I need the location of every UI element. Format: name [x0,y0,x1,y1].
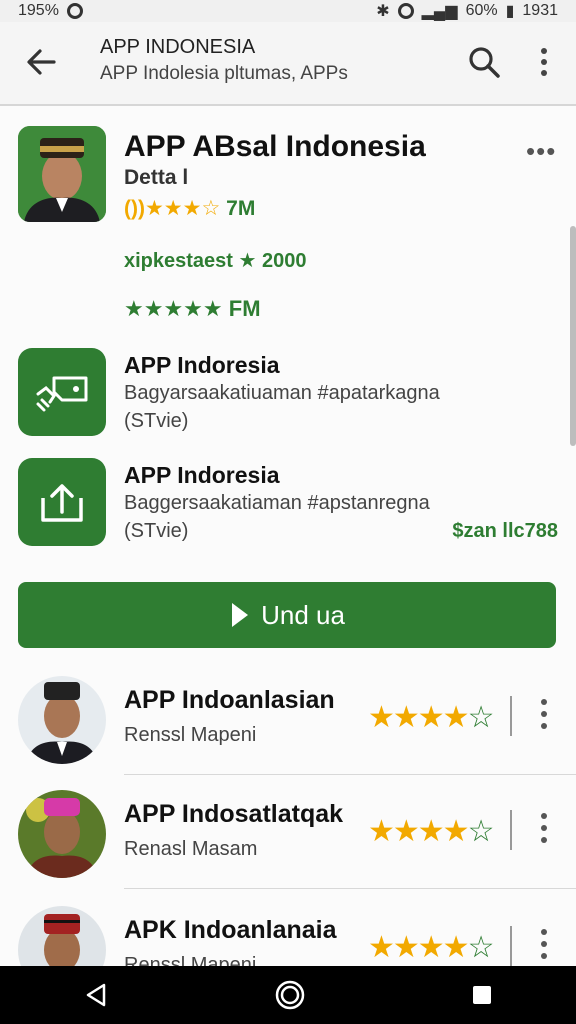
nav-home-icon[interactable] [274,979,306,1011]
vertical-divider [510,696,512,736]
hero-rating: ())★★★☆ 7M [124,196,255,221]
feature-tag: (STvie) [124,410,189,432]
primary-action-button[interactable]: Und ua [18,582,556,648]
hero-avatar[interactable] [18,126,106,222]
upload-icon [18,458,106,546]
hero-more-icon[interactable]: ••• [526,136,556,167]
hero-rating-stars: ★★★☆ [144,197,221,220]
promo-count: FM [228,296,261,321]
hero-title: APP ABsal Indonesia [124,130,426,163]
feature-item[interactable]: APP Indoresia Baggersaakatiaman #apstanr… [0,458,576,548]
promo-text: xipkestaest ★ 2000 [124,250,307,272]
status-time-right: 1931 [522,2,558,19]
overflow-menu-icon[interactable] [534,46,554,78]
vertical-divider [510,926,512,966]
rating-stars-full: ★★★★ [368,815,470,848]
rating-stars-empty: ☆ [467,931,495,964]
feature-desc: Bagyarsaakatiuaman #apatarkagna [124,382,440,404]
app-bar-title: APP INDONESIA [100,36,256,58]
list-avatar [18,790,106,878]
hero-rating-count: 7M [226,197,256,220]
status-time-left: 195% [18,2,59,19]
bluetooth-icon: ✱ [376,3,390,20]
list-item-name: APK Indoanlanaia [124,916,337,944]
item-menu-icon[interactable] [536,810,552,846]
system-nav-bar [0,966,576,1024]
feature-name: APP Indoresia [124,462,280,488]
scrollbar[interactable] [570,226,576,446]
nav-back-icon[interactable] [82,981,110,1009]
rating-stars-empty: ☆ [467,701,495,734]
signal-icon: ▂▄▆ [421,3,458,20]
primary-action-label: Und ua [261,599,345,630]
feature-tag: (STvie) [124,520,189,542]
list-item-subtitle: Renssl Mapeni [124,724,257,746]
nav-recents-icon[interactable] [470,983,494,1007]
play-icon [232,603,249,627]
battery-percent: 60% [465,2,498,19]
feature-name: APP Indoresia [124,352,280,378]
sync-icon [397,3,414,19]
list-item[interactable]: APP Indosatlatqak Renasl Masam ★★★★☆ [0,786,576,900]
rating-stars-full: ★★★★ [368,931,470,964]
list-item-rating: ★★★★☆ [368,700,495,735]
list-item-subtitle: Renasl Masam [124,838,258,860]
list-item-name: APP Indoanlasian [124,686,335,714]
list-divider [124,774,576,775]
list-item[interactable]: APP Indoanlasian Renssl Mapeni ★★★★☆ [0,672,576,786]
app-bar: APP INDONESIA APP Indolesia pltumas, APP… [0,22,576,106]
rating-stars-full: ★★★★ [368,701,470,734]
rating-stars-empty: ☆ [467,815,495,848]
search-icon[interactable] [466,44,502,80]
list-divider [124,888,576,889]
feature-item[interactable]: APP Indoresia Bagyarsaakatiuaman #apatar… [0,348,576,438]
promo-stars: ★★★★★ [124,296,223,321]
notification-icon [66,3,83,19]
item-menu-icon[interactable] [536,696,552,732]
feature-desc: Baggersaakatiaman #apstanregna [124,492,430,514]
vertical-divider [510,810,512,850]
content-card: APP ABsal Indonesia Detta l ())★★★☆ 7M •… [0,106,576,994]
status-bar: 195% ✱ ▂▄▆ 60% ▮ 1931 [0,0,576,22]
app-bar-subtitle: APP Indolesia pltumas, APPs [100,63,348,84]
list-avatar [18,676,106,764]
hero-subtitle: Detta l [124,166,189,189]
list-item-name: APP Indosatlatqak [124,800,344,828]
battery-icon: ▮ [505,3,515,20]
feature-price: $zan llc788 [452,520,558,542]
item-menu-icon[interactable] [536,926,552,962]
hero-rating-prefix: ()) [124,197,145,220]
hand-tag-icon [18,348,106,436]
promo-rating: ★★★★★ FM [124,296,261,322]
list-item-rating: ★★★★☆ [368,814,495,849]
back-arrow-icon[interactable] [22,42,62,82]
list-item-rating: ★★★★☆ [368,930,495,965]
